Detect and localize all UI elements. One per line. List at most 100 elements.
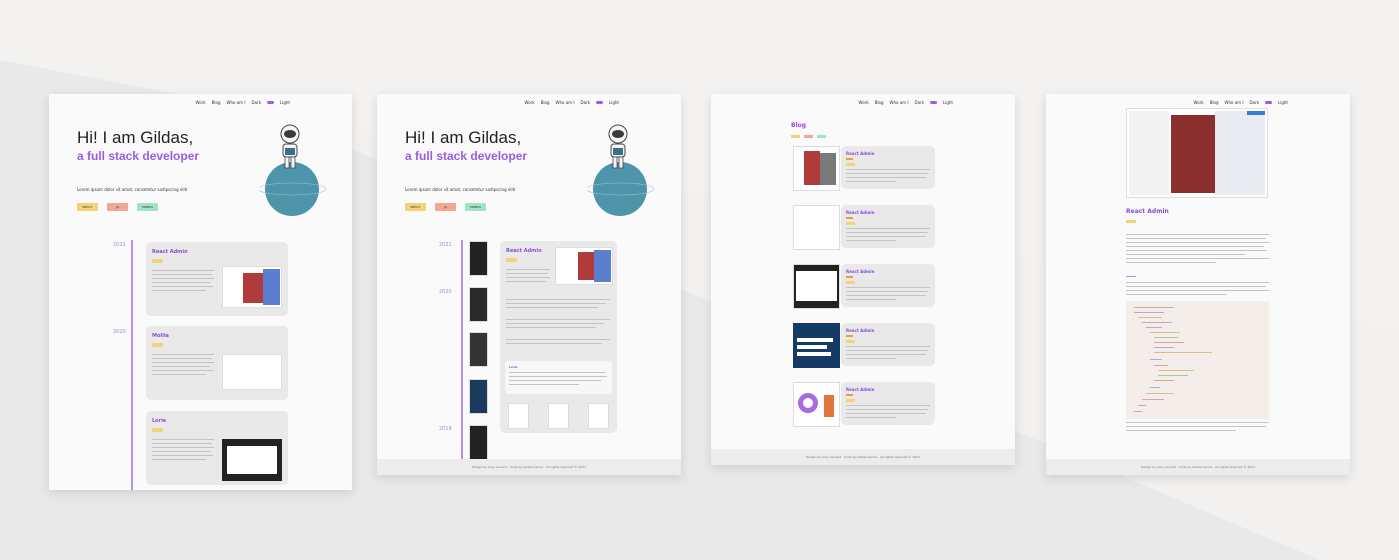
blog-post-thumbnail[interactable] [793,323,840,368]
tag-webcomponents[interactable] [817,135,826,138]
nav-work[interactable]: Work [196,100,206,105]
blog-post-thumbnail[interactable] [793,146,840,191]
article-hero-image [1126,108,1268,198]
hero-title: Hi! I am Gildas, [405,128,522,147]
year-2021: 2021 [113,242,126,248]
project-badge [506,258,517,262]
nav-work[interactable]: Work [525,100,535,105]
year-2021: 2021 [439,242,452,248]
nav-bar: Work Blog Who am I Dark Light [859,100,953,105]
project-thumbnail [222,354,282,390]
nav-light[interactable]: Light [943,100,953,105]
blog-post-card[interactable]: React Admin [841,382,935,425]
year-2019: 2019 [439,426,452,432]
blog-post-card[interactable]: React Admin [841,264,935,307]
project-card[interactable]: Mollia [146,326,288,400]
nav-light[interactable]: Light [609,100,619,105]
timeline-thumb[interactable] [469,379,488,414]
tag-js[interactable]: JS [107,203,128,211]
blog-title: Blog [791,122,807,129]
nav-light[interactable]: Light [1278,100,1288,105]
sub-card-title: Lorie [509,365,518,369]
project-thumbnail [222,266,282,308]
theme-toggle[interactable] [267,101,275,104]
blog-post-title: React Admin [846,210,875,215]
hero-subtitle: a full stack developer [405,149,528,163]
timeline-thumb[interactable] [469,287,488,322]
blog-post-thumbnail[interactable] [793,205,840,250]
project-card-title: React Admin [506,248,542,254]
project-card-title: Mollia [152,333,169,339]
project-badge [152,428,163,432]
nav-bar: Work Blog Who am I Dark Light [525,100,619,105]
tag-list: REACT JS WEBCS [77,203,158,211]
project-thumbnail [555,247,613,285]
timeline-line [131,240,133,490]
hero-subtitle: a full stack developer [77,149,200,163]
blog-post-card[interactable]: React Admin [841,205,935,248]
project-badge [152,259,163,263]
nav-dark[interactable]: Dark [581,100,591,105]
nav-dark[interactable]: Dark [252,100,262,105]
project-card[interactable]: Lorie [146,411,288,485]
nav-light[interactable]: Light [280,100,290,105]
footer: Design by Amy Laurent · Code by Gildas G… [711,449,1015,465]
timeline-thumb[interactable] [469,425,488,460]
footer: Design by Amy Laurent · Code by Gildas G… [377,459,681,475]
timeline-thumb[interactable] [469,241,488,276]
project-thumbnail [222,439,282,481]
tag-webcomponents[interactable]: WEBCS [137,203,158,211]
nav-who[interactable]: Who am I [227,100,246,105]
tag-js[interactable] [804,135,813,138]
timeline-thumb[interactable] [469,332,488,367]
timeline-line [461,240,463,460]
nav-work[interactable]: Work [1194,100,1204,105]
theme-toggle[interactable] [596,101,604,104]
blog-tags [791,135,826,138]
year-2020: 2020 [113,329,126,335]
blog-post-title: React Admin [846,269,875,274]
blog-post-thumbnail[interactable] [793,264,840,309]
nav-dark[interactable]: Dark [1250,100,1260,105]
tag-webcomponents[interactable]: WEBCS [465,203,486,211]
hero-description: Lorem ipsum dolor sit amet, consetetur s… [77,187,188,192]
tag-react[interactable]: REACT [77,203,98,211]
project-card-title: Lorie [152,418,167,424]
tag-js[interactable]: JS [435,203,456,211]
nav-bar: Work Blog Who am I Dark Light [196,100,290,105]
nav-who[interactable]: Who am I [556,100,575,105]
astronaut-illustration [587,124,655,216]
blog-post-title: React Admin [846,151,875,156]
screen-home: Work Blog Who am I Dark Light Hi! I am G… [49,94,352,490]
blog-post-title: React Admin [846,387,875,392]
article-badge [1126,220,1136,223]
project-detail-card[interactable]: React Admin Lorie [500,241,617,433]
nav-blog[interactable]: Blog [541,100,550,105]
article-title: React Admin [1126,208,1169,215]
screen-blog: Work Blog Who am I Dark Light Blog React… [711,94,1015,465]
blog-post-thumbnail[interactable] [793,382,840,427]
hero-description: Lorem ipsum dolor sit amet, consetetur s… [405,187,516,192]
year-2020: 2020 [439,289,452,295]
tag-react[interactable]: REACT [405,203,426,211]
astronaut-illustration [259,124,327,216]
code-block [1126,301,1269,419]
blog-post-card[interactable]: React Admin [841,323,935,366]
tag-list: REACT JS WEBCS [405,203,486,211]
nav-blog[interactable]: Blog [875,100,884,105]
hero-title: Hi! I am Gildas, [77,128,194,147]
nav-dark[interactable]: Dark [915,100,925,105]
sub-card[interactable]: Lorie [505,361,612,394]
blog-post-card[interactable]: React Admin [841,146,935,189]
project-card[interactable]: React Admin [146,242,288,316]
blog-post-title: React Admin [846,328,875,333]
nav-blog[interactable]: Blog [1210,100,1219,105]
theme-toggle[interactable] [1265,101,1273,104]
theme-toggle[interactable] [930,101,938,104]
nav-blog[interactable]: Blog [212,100,221,105]
project-card-title: React Admin [152,249,188,255]
nav-who[interactable]: Who am I [1225,100,1244,105]
nav-who[interactable]: Who am I [890,100,909,105]
nav-work[interactable]: Work [859,100,869,105]
tag-react[interactable] [791,135,800,138]
